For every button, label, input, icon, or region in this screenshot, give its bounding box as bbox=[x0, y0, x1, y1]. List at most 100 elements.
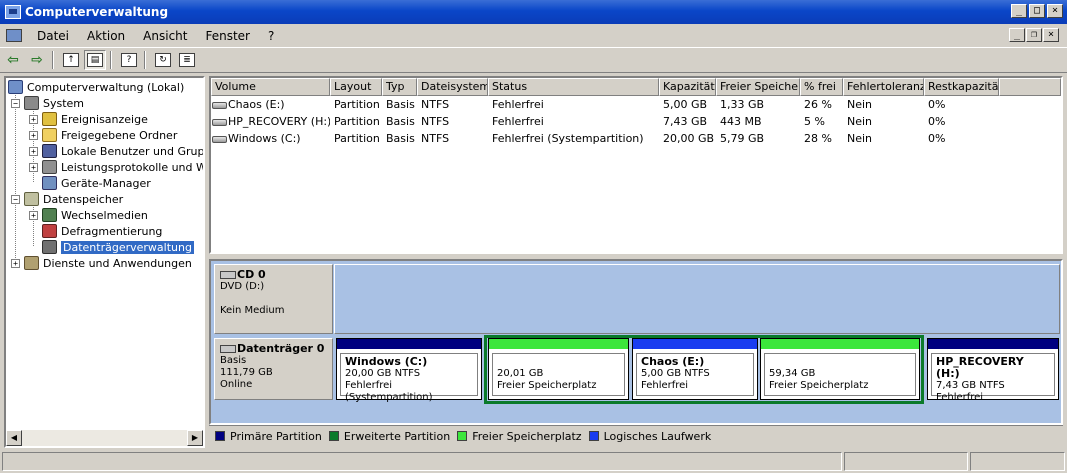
partition-status: Freier Speicherplatz bbox=[769, 380, 869, 391]
restkapazitaet-cell: 0% bbox=[928, 132, 946, 145]
scroll-track[interactable] bbox=[22, 430, 187, 446]
tree-item-leistungsprotokolle[interactable]: + Leistungsprotokolle und Warnungen bbox=[29, 159, 203, 175]
tree-label: Dienste und Anwendungen bbox=[43, 256, 192, 270]
hard-disk-icon bbox=[220, 345, 236, 353]
scroll-left-button[interactable]: ◀ bbox=[6, 430, 22, 446]
mdi-minimize-button[interactable]: _ bbox=[1009, 28, 1025, 42]
up-button[interactable]: ↑ bbox=[60, 50, 82, 70]
status-cell: Fehlerfrei bbox=[492, 98, 544, 111]
services-icon bbox=[24, 256, 39, 270]
column-volume[interactable]: Volume bbox=[211, 78, 330, 96]
menu-datei[interactable]: Datei bbox=[28, 29, 78, 43]
tree-label: Datenträgerverwaltung bbox=[61, 240, 194, 254]
cd-drive-icon bbox=[220, 271, 236, 279]
collapse-toggle[interactable]: − bbox=[11, 194, 20, 204]
console-tree[interactable]: Computerverwaltung (Lokal) − System + Er… bbox=[4, 76, 205, 448]
cd-status: Kein Medium bbox=[220, 305, 285, 316]
help-button[interactable]: ? bbox=[118, 50, 140, 70]
legend-label: Erweiterte Partition bbox=[343, 429, 451, 443]
tree-item-root[interactable]: Computerverwaltung (Lokal) bbox=[8, 79, 184, 95]
cd-info[interactable]: CD 0 DVD (D:) Kein Medium bbox=[214, 264, 333, 334]
partition-chaos[interactable]: Chaos (E:) 5,00 GB NTFS Fehlerfrei bbox=[632, 338, 758, 400]
expand-toggle[interactable]: + bbox=[29, 146, 38, 156]
disk0-size: 111,79 GB bbox=[220, 367, 273, 378]
kapazitaet-cell: 20,00 GB bbox=[663, 132, 715, 145]
mdi-close-button[interactable]: × bbox=[1043, 28, 1059, 42]
forward-button[interactable]: ⇨ bbox=[26, 50, 48, 70]
tree-item-ereignisanzeige[interactable]: + Ereignisanzeige bbox=[29, 111, 148, 127]
tree-item-defragmentierung[interactable]: Defragmentierung bbox=[42, 223, 162, 239]
partition-windows[interactable]: Windows (C:) 20,00 GB NTFS Fehlerfrei (S… bbox=[336, 338, 482, 403]
collapse-toggle[interactable]: − bbox=[11, 98, 20, 108]
layout-cell: Partition bbox=[334, 115, 380, 128]
mdi-restore-button[interactable]: ❐ bbox=[1026, 28, 1042, 42]
expand-toggle[interactable]: + bbox=[29, 114, 38, 124]
partition-free-1[interactable]: 20,01 GB Freier Speicherplatz bbox=[488, 338, 629, 400]
column-freier-speicher[interactable]: Freier Speicher bbox=[716, 78, 800, 96]
menu-aktion[interactable]: Aktion bbox=[78, 29, 134, 43]
expand-toggle[interactable]: + bbox=[11, 258, 20, 268]
menu-ansicht[interactable]: Ansicht bbox=[134, 29, 196, 43]
minimize-button[interactable]: _ bbox=[1011, 4, 1027, 18]
status-cell: Fehlerfrei (Systempartition) bbox=[492, 132, 644, 145]
properties-button[interactable]: ≣ bbox=[176, 50, 198, 70]
maximize-button[interactable]: □ bbox=[1029, 4, 1045, 18]
column-fehlertoleranz[interactable]: Fehlertoleranz bbox=[843, 78, 924, 96]
volume-name: Windows (C:) bbox=[228, 132, 301, 145]
tree-label: Defragmentierung bbox=[61, 224, 163, 238]
column-restkapazitaet[interactable]: Restkapazität bbox=[924, 78, 999, 96]
tree-horizontal-scrollbar[interactable]: ◀ ▶ bbox=[6, 430, 203, 446]
table-row[interactable]: Chaos (E:) Partition Basis NTFS Fehlerfr… bbox=[211, 96, 1061, 113]
back-button[interactable]: ⇦ bbox=[2, 50, 24, 70]
tree-item-dienste[interactable]: + Dienste und Anwendungen bbox=[11, 255, 192, 271]
refresh-button[interactable]: ↻ bbox=[152, 50, 174, 70]
legend-swatch bbox=[588, 431, 599, 441]
tree-item-datenspeicher[interactable]: − Datenspeicher bbox=[11, 191, 123, 207]
up-folder-icon: ↑ bbox=[63, 53, 79, 67]
tree-item-freigegebene-ordner[interactable]: + Freigegebene Ordner bbox=[29, 127, 177, 143]
table-row[interactable]: HP_RECOVERY (H:) Partition Basis NTFS Fe… bbox=[211, 113, 1061, 130]
column-dateisystem[interactable]: Dateisystem bbox=[417, 78, 488, 96]
tree-item-system[interactable]: − System bbox=[11, 95, 84, 111]
tree-item-lokale-benutzer[interactable]: + Lokale Benutzer und Gruppen bbox=[29, 143, 203, 159]
legend-label: Primäre Partition bbox=[230, 429, 322, 443]
column-typ[interactable]: Typ bbox=[382, 78, 417, 96]
cd-media-area[interactable] bbox=[334, 264, 1060, 334]
partition-free-2[interactable]: 59,34 GB Freier Speicherplatz bbox=[760, 338, 920, 400]
menu-help[interactable]: ? bbox=[259, 29, 283, 43]
tree-item-datentraegerverwaltung[interactable]: Datenträgerverwaltung bbox=[42, 239, 194, 255]
table-row[interactable]: Windows (C:) Partition Basis NTFS Fehler… bbox=[211, 130, 1061, 147]
removable-storage-icon bbox=[42, 208, 57, 222]
partition-body: 59,34 GB Freier Speicherplatz bbox=[764, 353, 916, 396]
help-icon: ? bbox=[121, 53, 137, 67]
fehlertoleranz-cell: Nein bbox=[847, 132, 873, 145]
kapazitaet-cell: 5,00 GB bbox=[663, 98, 708, 111]
column-prozent-frei[interactable]: % frei bbox=[800, 78, 843, 96]
column-layout[interactable]: Layout bbox=[330, 78, 382, 96]
volume-list[interactable]: Volume Layout Typ Dateisystem Status Kap… bbox=[209, 76, 1063, 254]
menu-fenster[interactable]: Fenster bbox=[196, 29, 259, 43]
tree-label: Wechselmedien bbox=[61, 208, 148, 222]
tree-label: Geräte-Manager bbox=[61, 176, 151, 190]
expand-toggle[interactable]: + bbox=[29, 210, 38, 220]
column-kapazitaet[interactable]: Kapazität bbox=[659, 78, 716, 96]
expand-toggle[interactable]: + bbox=[29, 162, 38, 172]
partition-status: Freier Speicherplatz bbox=[497, 380, 597, 391]
scroll-right-button[interactable]: ▶ bbox=[187, 430, 203, 446]
free-space-bar bbox=[761, 339, 919, 349]
computer-management-icon bbox=[5, 5, 21, 19]
tree-item-geraete-manager[interactable]: Geräte-Manager bbox=[42, 175, 151, 191]
fehlertoleranz-cell: Nein bbox=[847, 115, 873, 128]
tree-item-wechselmedien[interactable]: + Wechselmedien bbox=[29, 207, 148, 223]
close-button[interactable]: × bbox=[1047, 4, 1063, 18]
mdi-window-icon[interactable] bbox=[6, 29, 22, 42]
column-status[interactable]: Status bbox=[488, 78, 659, 96]
logical-drive-bar bbox=[633, 339, 757, 349]
partition-title: Chaos (E:) bbox=[641, 355, 705, 368]
partition-hp-recovery[interactable]: HP_RECOVERY (H:) 7,43 GB NTFS Fehlerfrei bbox=[927, 338, 1059, 403]
expand-toggle[interactable]: + bbox=[29, 130, 38, 140]
prozent-frei-cell: 26 % bbox=[804, 98, 832, 111]
show-tree-button[interactable]: ▤ bbox=[84, 50, 106, 70]
disk0-info[interactable]: Datenträger 0 Basis 111,79 GB Online bbox=[214, 338, 333, 400]
mdi-controls: _ ❐ × bbox=[1009, 28, 1059, 42]
